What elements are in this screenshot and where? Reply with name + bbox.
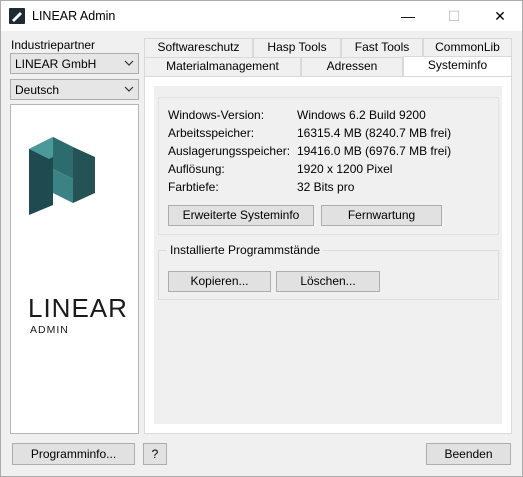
installed-programs-title: Installierte Programmstände xyxy=(167,243,324,257)
tab-systeminfo[interactable]: Systeminfo xyxy=(403,56,512,76)
remote-maintenance-button[interactable]: Fernwartung xyxy=(321,205,442,226)
swap-label: Auslagerungsspeicher: xyxy=(168,144,291,158)
close-button[interactable]: ✕ xyxy=(477,1,523,31)
tab-commonlib[interactable]: CommonLib xyxy=(423,38,512,57)
help-button[interactable]: ? xyxy=(143,443,167,465)
memory-label: Arbeitsspeicher: xyxy=(168,126,255,140)
logo-subtitle: ADMIN xyxy=(30,324,69,336)
tab-materialmanagement[interactable]: Materialmanagement xyxy=(144,57,301,76)
tab-content: Windows-Version: Windows 6.2 Build 9200 … xyxy=(154,86,502,424)
tab-hasp-tools[interactable]: Hasp Tools xyxy=(253,38,341,57)
delete-button[interactable]: Löschen... xyxy=(276,271,380,292)
partner-dropdown[interactable]: LINEAR GmbH xyxy=(10,53,139,74)
windows-version-value: Windows 6.2 Build 9200 xyxy=(297,108,426,122)
partner-value: LINEAR GmbH xyxy=(15,57,97,71)
installed-programs-group: Installierte Programmstände Kopieren... … xyxy=(158,243,499,300)
logo-wordmark: LINEAR xyxy=(28,293,128,323)
memory-value: 16315.4 MB (8240.7 MB frei) xyxy=(297,126,452,140)
minimize-button[interactable]: — xyxy=(385,1,431,31)
maximize-button[interactable]: ☐ xyxy=(431,1,477,31)
color-depth-value: 32 Bits pro xyxy=(297,180,355,194)
language-value: Deutsch xyxy=(15,83,60,97)
chevron-down-icon xyxy=(124,86,134,92)
resolution-label: Auflösung: xyxy=(168,162,225,176)
systeminfo-tab-page: Windows-Version: Windows 6.2 Build 9200 … xyxy=(144,76,512,434)
copy-button[interactable]: Kopieren... xyxy=(168,271,271,292)
tab-adressen[interactable]: Adressen xyxy=(301,57,403,76)
main-window: LINEAR Admin — ☐ ✕ Industriepartner LINE… xyxy=(0,0,523,477)
linear-logo-mark xyxy=(29,137,95,215)
logo-panel: LINEAR ADMIN xyxy=(10,104,139,434)
tab-softwareschutz[interactable]: Softwareschutz xyxy=(144,38,253,57)
window-title: LINEAR Admin xyxy=(32,9,116,23)
partner-label: Industriepartner xyxy=(11,38,96,52)
extended-sysinfo-button[interactable]: Erweiterte Systeminfo xyxy=(168,205,314,226)
app-logo-icon xyxy=(9,8,25,24)
tab-fast-tools[interactable]: Fast Tools xyxy=(341,38,423,57)
language-dropdown[interactable]: Deutsch xyxy=(10,79,139,100)
windows-version-label: Windows-Version: xyxy=(168,108,265,122)
color-depth-label: Farbtiefe: xyxy=(168,180,219,194)
resolution-value: 1920 x 1200 Pixel xyxy=(297,162,393,176)
swap-value: 19416.0 MB (6976.7 MB frei) xyxy=(297,144,452,158)
system-info-group: Windows-Version: Windows 6.2 Build 9200 … xyxy=(158,97,499,235)
programinfo-button[interactable]: Programminfo... xyxy=(12,443,135,465)
chevron-down-icon xyxy=(124,60,134,66)
exit-button[interactable]: Beenden xyxy=(426,443,511,465)
title-bar[interactable]: LINEAR Admin — ☐ ✕ xyxy=(1,1,522,31)
